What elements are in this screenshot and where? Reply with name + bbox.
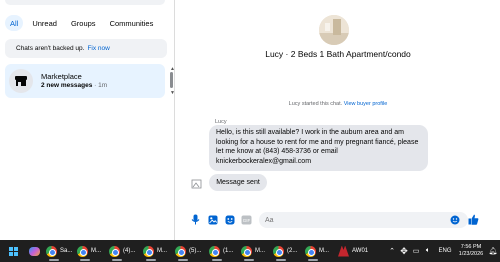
message-line: let me know at (843) 458-3736 or email <box>216 148 338 156</box>
chat-started-notice: Lucy started this chat. View buyer profi… <box>176 101 500 107</box>
running-indicator <box>146 259 156 261</box>
running-indicator <box>308 259 318 261</box>
chat-list-scrollbar[interactable]: ▲ ▼ <box>169 66 175 100</box>
message-line: Hello, is this still available? I work i… <box>216 129 404 136</box>
windows-logo-icon <box>8 246 18 256</box>
taskbar-item-label: (5)... <box>189 248 202 254</box>
thumbs-up-icon[interactable] <box>468 214 479 225</box>
chrome-icon <box>209 245 220 257</box>
message-composer: GIF <box>176 210 500 230</box>
app-icon <box>338 245 349 257</box>
taskbar-item[interactable]: M... <box>241 240 270 262</box>
message-line: looking for a house to rent for me and m… <box>216 138 419 146</box>
chrome-icon <box>77 245 88 257</box>
new-messages-count: 2 new messages <box>41 82 93 89</box>
taskbar-item-label: AW01 <box>352 248 369 254</box>
clock[interactable]: 7:56 PM 1/23/2026 <box>456 240 486 262</box>
running-indicator <box>212 259 222 261</box>
chrome-icon <box>109 245 120 257</box>
clock-date: 1/23/2026 <box>458 251 484 257</box>
running-indicator <box>80 259 90 261</box>
network-icon[interactable]: ▭ <box>410 240 422 262</box>
fix-now-link[interactable]: Fix now <box>87 45 109 52</box>
sticker-icon[interactable] <box>224 214 235 225</box>
scroll-thumb[interactable] <box>170 72 173 88</box>
taskbar-item[interactable]: M... <box>143 240 172 262</box>
chevron-up-icon[interactable]: ⌃ <box>386 240 398 262</box>
copilot-icon <box>28 246 40 256</box>
running-indicator <box>49 259 59 261</box>
system-tray: ⌃ ✥ ▭ 🔈︎ ENG 7:56 PM 1/23/2026 🔔︎ <box>386 240 500 262</box>
chrome-icon <box>46 245 57 257</box>
conversation-preview: 2 new messages · 1m <box>41 82 107 89</box>
svg-text:GIF: GIF <box>243 218 251 223</box>
conversation-time: 1m <box>98 82 108 89</box>
filter-communities[interactable]: Communities <box>105 15 159 31</box>
chrome-icon <box>305 245 316 257</box>
conversation-item-marketplace[interactable]: Marketplace 2 new messages · 1m <box>5 64 165 98</box>
conversation-name: Marketplace <box>41 72 82 81</box>
image-icon[interactable] <box>207 214 218 225</box>
message-line: knickerbockeralex@gmail.com <box>216 157 312 165</box>
chat-panel: Lucy · 2 Beds 1 Bath Apartment/condo Luc… <box>176 0 500 240</box>
taskbar-item[interactable]: (1... <box>209 240 238 262</box>
chrome-icon <box>241 245 252 257</box>
language-indicator[interactable]: ENG <box>434 240 456 262</box>
filter-unread[interactable]: Unread <box>27 15 62 31</box>
taskbar-item[interactable]: (2... <box>273 240 302 262</box>
message-input[interactable] <box>259 212 468 228</box>
taskbar-item-label: Sa... <box>60 248 73 254</box>
taskbar-item[interactable]: M... <box>305 240 334 262</box>
chrome-icon <box>175 245 186 257</box>
windows-start-button[interactable] <box>4 240 22 262</box>
microphone-icon[interactable] <box>190 214 201 225</box>
search-bar-stub[interactable] <box>5 0 165 5</box>
started-text: Lucy started this chat. <box>288 101 343 107</box>
taskbar-item-label: (2... <box>287 248 298 254</box>
taskbar-item-label: M... <box>91 248 101 254</box>
taskbar-item-label: (1... <box>223 248 234 254</box>
taskbar-item[interactable]: M... <box>77 240 106 262</box>
chat-title: Lucy · 2 Beds 1 Bath Apartment/condo <box>265 49 411 59</box>
taskbar-item-label: M... <box>319 248 329 254</box>
clock-time: 7:56 PM <box>460 244 482 250</box>
taskbar-item[interactable]: AW01 <box>338 240 376 262</box>
backup-notice: Chats aren't backed up. Fix now <box>5 39 167 58</box>
backup-notice-text: Chats aren't backed up. <box>16 45 85 52</box>
move-icon[interactable]: ✥ <box>398 240 410 262</box>
running-indicator <box>178 259 188 261</box>
taskbar-item[interactable]: (4)... <box>109 240 140 262</box>
taskbar-item[interactable] <box>22 240 46 262</box>
running-indicator <box>112 259 122 261</box>
scroll-down-arrow-icon[interactable]: ▼ <box>170 90 175 96</box>
taskbar-item-label: (4)... <box>123 248 136 254</box>
gif-icon[interactable]: GIF <box>241 214 252 225</box>
chat-list-panel: All Unread Groups Communities Chats aren… <box>0 0 175 240</box>
view-buyer-profile-link[interactable]: View buyer profile <box>344 101 388 107</box>
emoji-icon[interactable] <box>449 214 460 225</box>
storefront-icon <box>9 69 33 93</box>
windows-taskbar: Sa... M... (4)... M... (5)... (1... M...… <box>0 240 500 262</box>
running-indicator <box>244 259 254 261</box>
filter-groups[interactable]: Groups <box>66 15 101 31</box>
chrome-icon <box>143 245 154 257</box>
volume-icon[interactable]: 🔈︎ <box>422 240 434 262</box>
filter-all[interactable]: All <box>5 15 24 31</box>
taskbar-item-label: M... <box>255 248 265 254</box>
taskbar-item-label: M... <box>157 248 167 254</box>
notifications-icon[interactable]: 🔔︎ <box>486 240 500 262</box>
taskbar-item[interactable]: Sa... <box>46 240 73 262</box>
taskbar-item[interactable]: (5)... <box>175 240 206 262</box>
filter-chips: All Unread Groups Communities <box>5 15 158 31</box>
listing-photo[interactable] <box>319 15 349 45</box>
message-bubble-sent[interactable]: Message sent <box>209 174 267 191</box>
chrome-icon <box>273 245 284 257</box>
sender-avatar[interactable] <box>191 179 205 189</box>
message-bubble[interactable]: Hello, is this still available? I work i… <box>209 125 428 171</box>
running-indicator <box>276 259 286 261</box>
